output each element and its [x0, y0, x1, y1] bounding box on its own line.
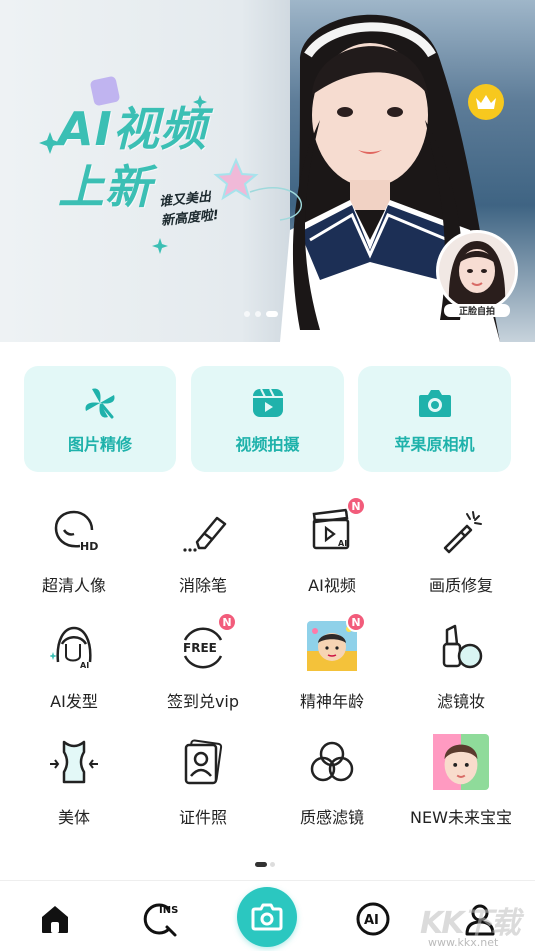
banner-subtitle: 谁又美出 新高度啦!: [158, 187, 220, 231]
card-label: 视频拍摄: [235, 435, 300, 454]
pagination-dot[interactable]: [244, 311, 250, 317]
ai-hairstyle-icon: AI: [50, 626, 92, 670]
tool-label: 超清人像: [41, 576, 106, 595]
watermark-url: www.kkx.net: [428, 936, 499, 949]
tool-body-shape[interactable]: 美体: [9, 734, 139, 844]
banner-pagination: [244, 311, 289, 317]
tool-label: 画质修复: [428, 576, 493, 595]
hd-face-icon: HD: [54, 510, 98, 553]
body-shape-icon: [50, 740, 98, 784]
filter-circles-icon: [310, 741, 354, 782]
eraser-icon: [183, 516, 227, 552]
pagination-dot[interactable]: [283, 311, 289, 317]
tool-id-photo[interactable]: 证件照: [138, 734, 268, 844]
card-photo-retouch[interactable]: 图片精修: [24, 366, 176, 472]
feature-cards: 图片精修 视频拍摄 苹果原相机: [0, 342, 535, 482]
tool-label: 质感滤镜: [299, 808, 364, 827]
nav-ai[interactable]: AI: [353, 899, 393, 939]
tool-label: 签到兑vip: [166, 692, 240, 711]
nav-camera-button[interactable]: [237, 887, 297, 947]
pagination-dot-active[interactable]: [266, 311, 278, 317]
baby-thumbnail: [433, 734, 489, 790]
tool-label: AI发型: [50, 692, 98, 711]
nav-home[interactable]: [35, 899, 75, 939]
svg-text:AI: AI: [364, 913, 379, 928]
tool-ai-hairstyle[interactable]: AI AI发型: [9, 618, 139, 728]
tool-label: 精神年龄: [299, 692, 364, 711]
pagination-dot[interactable]: [255, 311, 261, 317]
magic-wand-icon: [443, 511, 482, 554]
grid-pagination: [255, 862, 275, 867]
tool-filter-makeup[interactable]: 滤镜妆: [396, 618, 526, 728]
selfie-label: 正脸自拍: [444, 304, 510, 317]
vip-crown-icon[interactable]: [468, 84, 504, 120]
new-badge: N: [217, 612, 237, 632]
video-play-icon: [252, 388, 283, 417]
tool-label: NEW未来宝宝: [410, 808, 512, 827]
home-icon: [42, 906, 68, 933]
card-original-camera[interactable]: 苹果原相机: [358, 366, 511, 472]
svg-text:INS: INS: [159, 905, 178, 916]
svg-text:AI: AI: [80, 661, 89, 670]
tool-ai-video[interactable]: AI N AI视频: [267, 496, 397, 612]
pinwheel-icon: [85, 388, 115, 419]
grid-page-dot-active[interactable]: [255, 862, 267, 867]
grid-page-dot[interactable]: [270, 862, 275, 867]
tool-texture-filter[interactable]: 质感滤镜: [267, 734, 397, 844]
tool-label: 滤镜妆: [436, 692, 485, 711]
card-label: 图片精修: [67, 435, 132, 454]
card-label: 苹果原相机: [394, 435, 475, 454]
svg-text:HD: HD: [80, 540, 98, 553]
ins-search-icon: INS: [143, 903, 178, 937]
tool-label: AI视频: [308, 576, 356, 595]
id-photo-icon: [184, 739, 223, 785]
svg-text:AI: AI: [338, 539, 347, 548]
tool-quality-repair[interactable]: 画质修复: [396, 502, 526, 612]
nav-ins-search[interactable]: INS: [141, 899, 181, 939]
tool-future-baby[interactable]: NEW未来宝宝: [396, 734, 526, 844]
ai-icon: AI: [356, 902, 390, 936]
new-badge: N: [346, 496, 366, 516]
tool-eraser[interactable]: 消除笔: [138, 502, 268, 612]
lipstick-icon: [442, 624, 483, 669]
tool-label: 证件照: [178, 808, 227, 827]
new-badge: N: [346, 612, 366, 632]
card-video-shoot[interactable]: 视频拍摄: [191, 366, 344, 472]
tool-mental-age[interactable]: N 精神年龄: [267, 612, 397, 728]
tool-hd-portrait[interactable]: HD 超清人像: [9, 502, 139, 612]
tool-checkin-vip[interactable]: FREE N 签到兑vip: [138, 612, 268, 728]
tool-label: 美体: [57, 808, 90, 827]
banner-title-line-1: AI视频: [58, 102, 207, 156]
selfie-thumbnail[interactable]: [436, 230, 518, 312]
camera-icon: [418, 390, 451, 417]
camera-icon: [251, 903, 283, 931]
promo-banner[interactable]: AI视频 上新 谁又美出 新高度啦! 正脸自拍: [0, 0, 535, 342]
svg-text:FREE: FREE: [183, 641, 217, 655]
tool-label: 消除笔: [178, 576, 227, 595]
